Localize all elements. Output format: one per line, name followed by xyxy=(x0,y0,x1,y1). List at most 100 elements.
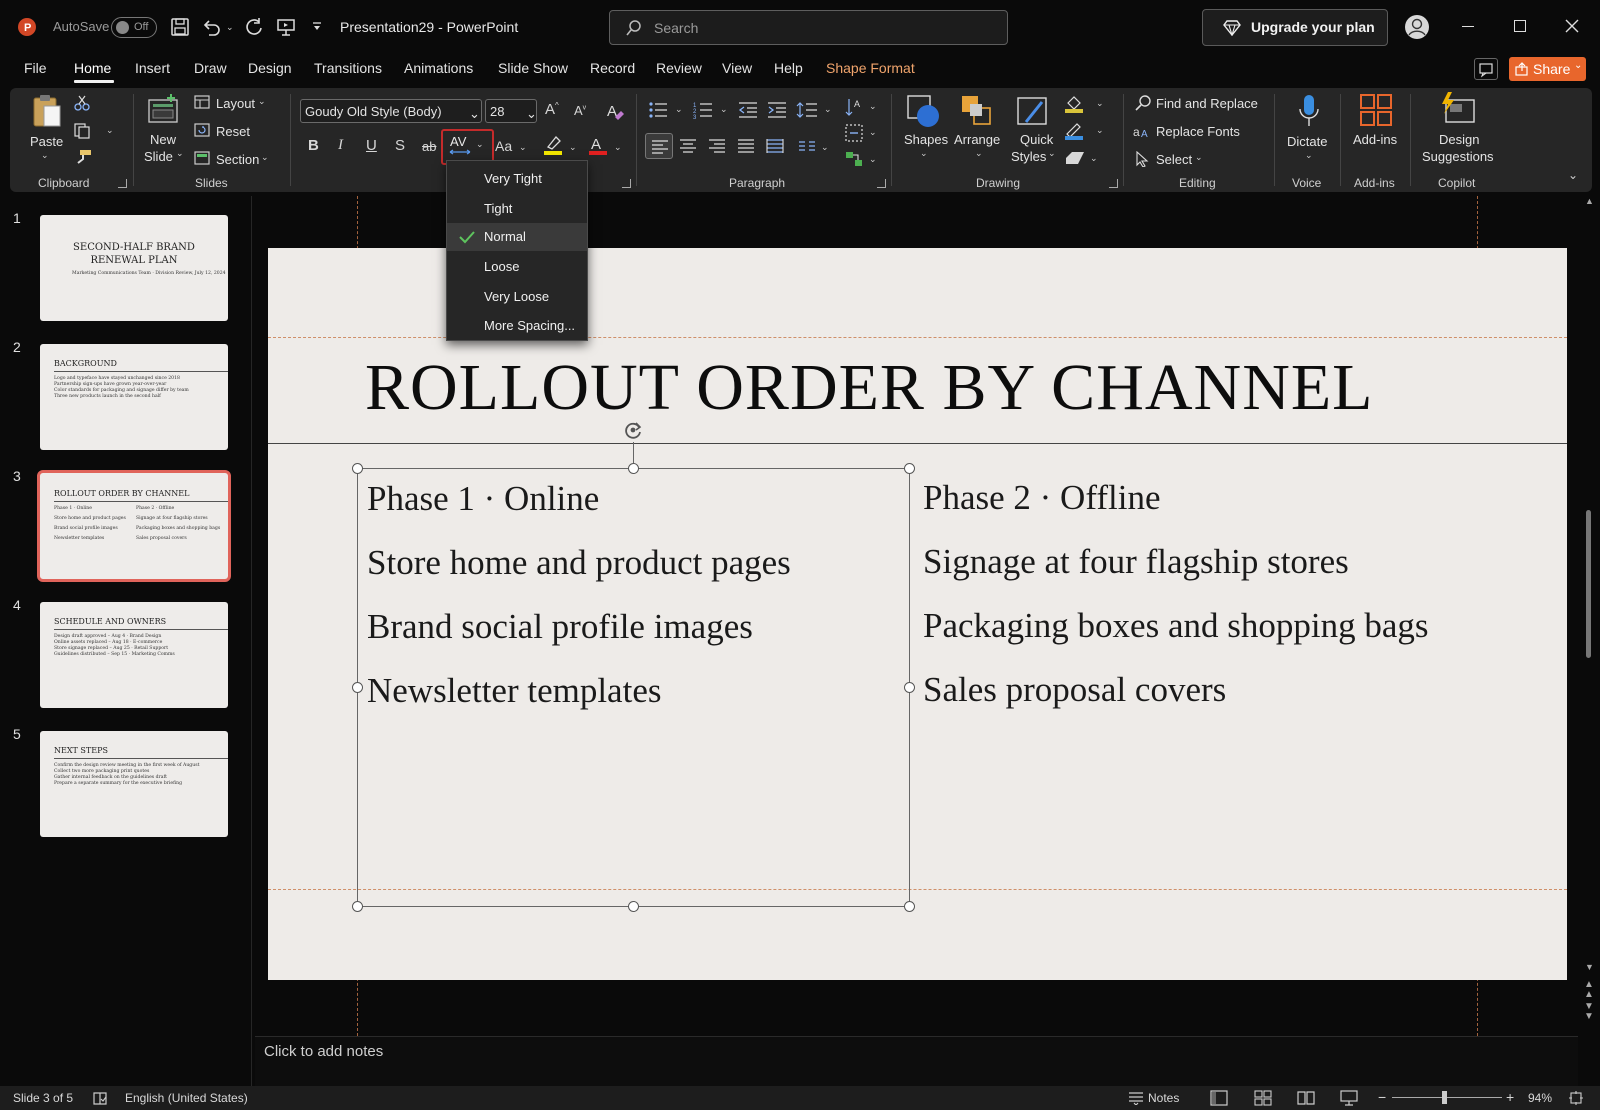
close-window-icon[interactable] xyxy=(1565,19,1579,33)
slide-title[interactable]: ROLLOUT ORDER BY CHANNEL xyxy=(365,350,1374,426)
numbering-icon[interactable]: 123 xyxy=(693,101,713,119)
align-text-icon[interactable] xyxy=(845,124,863,142)
paragraph-launcher-icon[interactable] xyxy=(877,179,886,188)
undo-icon[interactable] xyxy=(201,17,221,37)
smartart-icon[interactable] xyxy=(845,151,863,167)
redo-icon[interactable] xyxy=(244,17,264,37)
share-button[interactable]: Share ⌄ xyxy=(1509,57,1586,81)
zoom-in-icon[interactable]: + xyxy=(1506,1089,1514,1105)
menu-item-loose[interactable]: Loose xyxy=(447,253,587,281)
decrease-font-size-icon[interactable]: Av xyxy=(574,103,586,118)
minimize-icon[interactable] xyxy=(1462,26,1474,27)
save-icon[interactable] xyxy=(170,17,190,37)
tab-file[interactable]: File xyxy=(24,60,47,76)
text-shadow-icon[interactable]: S xyxy=(395,137,405,154)
italic-icon[interactable]: I xyxy=(338,137,343,154)
drawing-launcher-icon[interactable] xyxy=(1109,179,1118,188)
shapes-button[interactable]: Shapes ⌄ xyxy=(900,92,948,164)
normal-view-icon[interactable] xyxy=(1210,1090,1228,1106)
next-slide-icon[interactable]: ▼ ▼ xyxy=(1584,1002,1594,1022)
clipboard-launcher-icon[interactable] xyxy=(118,179,127,188)
format-painter-icon[interactable] xyxy=(74,149,92,165)
zoom-out-icon[interactable]: − xyxy=(1378,1089,1386,1105)
slide-canvas[interactable]: ROLLOUT ORDER BY CHANNEL Phase 1 · Onlin… xyxy=(268,248,1567,980)
tab-shape-format[interactable]: Shape Format xyxy=(826,60,915,76)
notes-toggle-button[interactable]: Notes xyxy=(1128,1088,1190,1108)
columns-chevron-icon[interactable]: ⌄ xyxy=(821,142,829,153)
tab-transitions[interactable]: Transitions xyxy=(314,60,382,76)
slide-thumbnail-5[interactable]: NEXT STEPS Confirm the design review mee… xyxy=(40,731,228,837)
font-color-icon[interactable]: A xyxy=(588,134,608,156)
collapse-ribbon-chevron-icon[interactable]: ⌄ xyxy=(1568,168,1578,182)
fit-to-window-icon[interactable] xyxy=(1568,1090,1584,1106)
shape-fill-icon[interactable] xyxy=(1064,95,1084,113)
highlight-chevron-icon[interactable]: ⌄ xyxy=(569,142,577,153)
account-avatar-icon[interactable] xyxy=(1404,14,1430,40)
quick-styles-button[interactable]: Quick Styles ⌄ xyxy=(1010,92,1060,168)
resize-handle[interactable] xyxy=(904,463,915,474)
font-name-combo[interactable]: Goudy Old Style (Body) ⌄ xyxy=(300,99,482,123)
tab-design[interactable]: Design xyxy=(248,60,292,76)
menu-item-very-tight[interactable]: Very Tight xyxy=(447,165,587,193)
bullets-chevron-icon[interactable]: ⌄ xyxy=(675,104,683,115)
font-launcher-icon[interactable] xyxy=(622,179,631,188)
language-status[interactable]: English (United States) xyxy=(125,1091,248,1105)
distributed-icon[interactable] xyxy=(766,138,784,154)
clear-formatting-icon[interactable]: A xyxy=(605,101,625,121)
line-spacing-icon[interactable] xyxy=(796,101,818,119)
maximize-icon[interactable] xyxy=(1514,20,1526,32)
copy-chevron-icon[interactable]: ⌄ xyxy=(106,125,114,136)
section-button[interactable]: Section ⌄ xyxy=(194,150,274,170)
tab-draw[interactable]: Draw xyxy=(194,60,227,76)
resize-handle[interactable] xyxy=(628,463,639,474)
tab-home[interactable]: Home xyxy=(74,60,111,76)
menu-item-normal[interactable]: Normal xyxy=(447,223,587,251)
tab-help[interactable]: Help xyxy=(774,60,803,76)
increase-indent-icon[interactable] xyxy=(767,101,787,119)
align-right-icon[interactable] xyxy=(708,138,726,154)
resize-handle[interactable] xyxy=(352,901,363,912)
accessibility-icon[interactable] xyxy=(92,1090,108,1106)
scroll-down-icon[interactable]: ▼ xyxy=(1585,962,1594,972)
left-content-placeholder[interactable]: Phase 1 · Online Store home and product … xyxy=(357,468,910,907)
smartart-chevron-icon[interactable]: ⌄ xyxy=(869,154,877,165)
bullets-icon[interactable] xyxy=(648,101,668,119)
zoom-slider-thumb[interactable] xyxy=(1442,1091,1447,1104)
paste-button[interactable]: Paste ⌄ xyxy=(28,92,64,164)
resize-handle[interactable] xyxy=(352,682,363,693)
slide-thumbnail-2[interactable]: BACKGROUND Logo and typeface have stayed… xyxy=(40,344,228,450)
tab-slide-show[interactable]: Slide Show xyxy=(498,60,568,76)
change-case-icon[interactable]: Aa xyxy=(495,138,512,154)
layout-button[interactable]: Layout ⌄ xyxy=(194,94,270,114)
add-ins-button[interactable]: Add-ins xyxy=(1350,92,1402,164)
menu-item-more-spacing[interactable]: More Spacing... xyxy=(447,312,587,340)
shape-effects-icon[interactable] xyxy=(1064,150,1086,166)
shape-outline-chevron-icon[interactable]: ⌄ xyxy=(1096,125,1104,136)
tab-review[interactable]: Review xyxy=(656,60,702,76)
menu-item-tight[interactable]: Tight xyxy=(447,195,587,223)
slide-sorter-icon[interactable] xyxy=(1254,1090,1272,1106)
resize-handle[interactable] xyxy=(904,901,915,912)
previous-slide-icon[interactable]: ▲ ▲ xyxy=(1584,980,1594,1000)
copy-icon[interactable] xyxy=(74,123,92,139)
search-box[interactable]: Search xyxy=(609,10,1008,45)
line-spacing-chevron-icon[interactable]: ⌄ xyxy=(824,104,832,115)
find-replace-button[interactable]: Find and Replace xyxy=(1135,94,1265,114)
autosave-toggle[interactable]: Off xyxy=(111,17,157,38)
slide-thumbnail-4[interactable]: SCHEDULE AND OWNERS Design draft approve… xyxy=(40,602,228,708)
select-button[interactable]: Select ⌄ xyxy=(1135,150,1205,170)
shape-outline-icon[interactable] xyxy=(1064,122,1084,140)
scroll-up-icon[interactable]: ▲ xyxy=(1585,196,1594,206)
tab-record[interactable]: Record xyxy=(590,60,635,76)
menu-item-very-loose[interactable]: Very Loose xyxy=(447,283,587,311)
bold-icon[interactable]: B xyxy=(308,137,319,154)
align-center-icon[interactable] xyxy=(679,138,697,154)
change-case-chevron-icon[interactable]: ⌄ xyxy=(519,142,527,153)
upgrade-plan-button[interactable]: Upgrade your plan xyxy=(1202,9,1388,46)
text-direction-chevron-icon[interactable]: ⌄ xyxy=(869,101,877,112)
replace-fonts-button[interactable]: aA Replace Fonts xyxy=(1133,122,1253,142)
shape-fill-chevron-icon[interactable]: ⌄ xyxy=(1096,98,1104,109)
columns-icon[interactable] xyxy=(798,138,816,154)
resize-handle[interactable] xyxy=(628,901,639,912)
font-size-combo[interactable]: 28 ⌄ xyxy=(485,99,537,123)
